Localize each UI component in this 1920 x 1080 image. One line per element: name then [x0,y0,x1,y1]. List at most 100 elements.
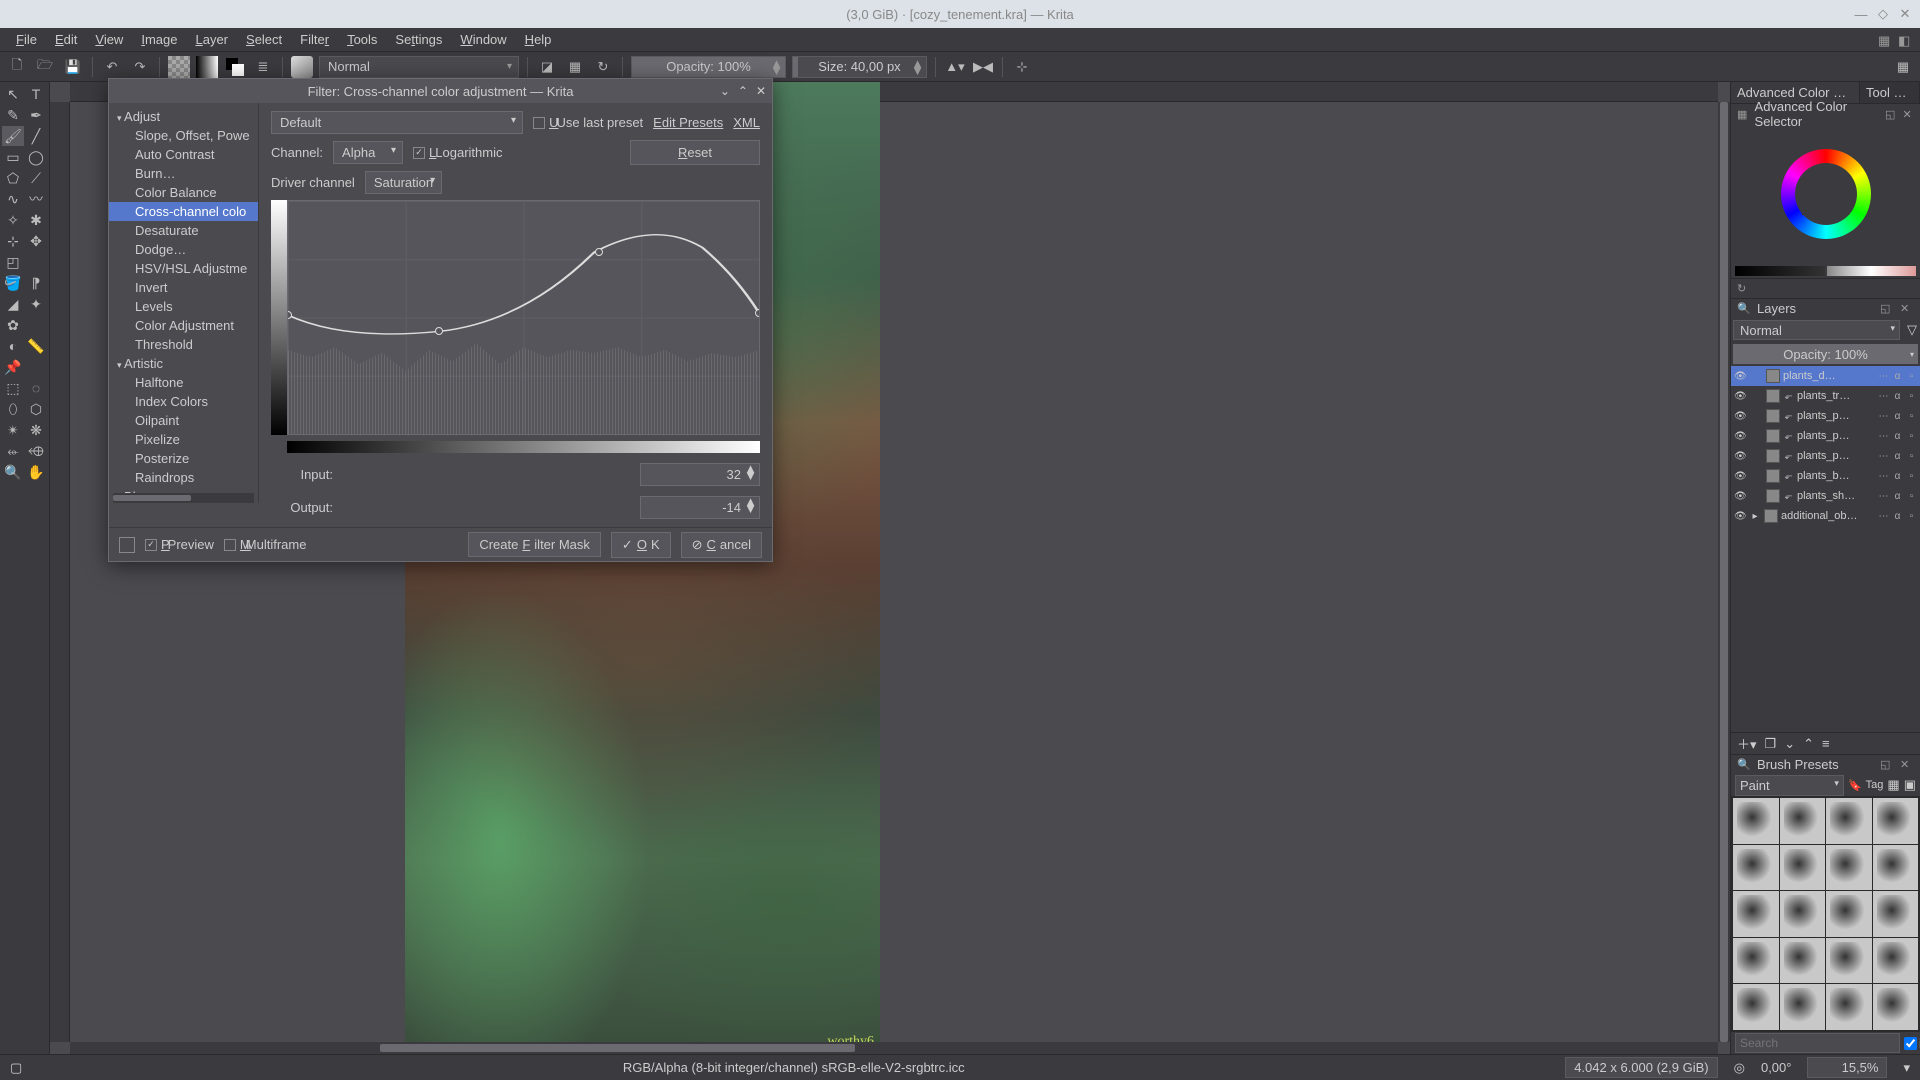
multiframe-checkbox[interactable]: MMultiframe [224,537,307,552]
input-spinner[interactable]: 32▲▼ [640,463,760,486]
rect-tool-icon[interactable]: ▭ [2,147,24,167]
brush-preset[interactable] [1780,798,1826,844]
dynamic-brush-tool-icon[interactable]: ✧ [2,210,24,230]
duplicate-layer-icon[interactable]: ❐ [1765,736,1777,752]
tree-item[interactable]: HSV/HSL Adjustme [109,259,258,278]
select-similar-tool-icon[interactable]: ❋ [25,420,47,440]
dialog-titlebar[interactable]: Filter: Cross-channel color adjustment —… [109,79,772,103]
sv-triangle[interactable] [1802,173,1850,215]
layer-dots-icon[interactable]: ⋯ [1878,451,1889,462]
brush-preset[interactable] [1733,798,1779,844]
save-file-icon[interactable]: 💾 [62,56,84,78]
tree-item[interactable]: Levels [109,297,258,316]
shape-edit-tool-icon[interactable]: ✎ [2,105,24,125]
pattern-tool-icon[interactable]: ✦ [25,294,47,314]
new-file-icon[interactable]: 🗋 [6,56,28,78]
layer-row[interactable]: 👁plants_d…⋯α▫ [1731,366,1920,386]
brush-preset[interactable] [1873,938,1919,984]
minimize-icon[interactable]: — [1854,7,1868,21]
tree-item[interactable]: Posterize [109,449,258,468]
visibility-icon[interactable]: 👁 [1734,471,1746,482]
tree-item[interactable]: Slope, Offset, Powe [109,126,258,145]
status-zoom[interactable]: 15,5% [1807,1057,1887,1078]
wrap-icon[interactable]: ⊹ [1011,56,1033,78]
color-dock-close-icon[interactable]: ✕ [1902,107,1914,121]
layer-dots-icon[interactable]: ⋯ [1878,471,1889,482]
layer-alpha-icon[interactable]: α [1892,411,1903,422]
brush-preset[interactable] [1873,798,1919,844]
layer-alpha-icon[interactable]: α [1892,491,1903,502]
brush-preset[interactable] [1780,891,1826,937]
visibility-icon[interactable]: 👁 [1734,431,1746,442]
mirror-v-icon[interactable]: ▶◀ [972,56,994,78]
channel-combo[interactable]: Alpha [333,141,403,164]
tree-item[interactable]: Invert [109,278,258,297]
use-last-preset-checkbox[interactable]: UUse last preset [533,115,643,130]
select-rect-tool-icon[interactable]: ⬚ [2,378,24,398]
cancel-button[interactable]: ⊘ Cancel [681,532,762,558]
measure-tool-icon[interactable]: 📏 [25,336,47,356]
status-sel-icon[interactable]: ▢ [10,1060,22,1076]
select-magnetic-tool-icon[interactable]: ⬲ [25,441,47,461]
tree-item[interactable]: Burn… [109,164,258,183]
brush-preset[interactable] [1826,984,1872,1030]
preset-category-combo[interactable]: Paint [1735,775,1844,796]
workspace-chooser-icon[interactable]: ▦ [1892,56,1914,78]
workspace-icon[interactable]: ▦ [1878,33,1892,47]
calligraphy-tool-icon[interactable]: ✒ [25,105,47,125]
menu-filter[interactable]: Filter [292,30,337,49]
layer-dots-icon[interactable]: ⋯ [1878,391,1889,402]
preset-search-input[interactable] [1735,1033,1900,1053]
create-filter-mask-button[interactable]: Create Filter Mask [468,532,601,557]
color-dock-float-icon[interactable]: ◱ [1885,107,1897,121]
tree-item[interactable]: Raindrops [109,468,258,487]
brush-preset[interactable] [1780,938,1826,984]
assistant-tool-icon[interactable]: ◐ [2,336,24,356]
layer-lock-icon[interactable]: ▫ [1906,511,1917,522]
reference-tool-icon[interactable]: 📌 [2,357,24,377]
open-file-icon[interactable]: 🗁 [34,56,56,78]
select-freehand-tool-icon[interactable]: ⬯ [2,399,24,419]
group-icon[interactable]: ▸ [1749,511,1761,522]
brush-tool-icon[interactable]: 🖌 [2,126,24,146]
polygon-tool-icon[interactable]: ⬠ [2,168,24,188]
eraser-icon[interactable]: ◪ [536,56,558,78]
menu-help[interactable]: Help [517,30,560,49]
visibility-icon[interactable]: 👁 [1734,511,1746,522]
curve-editor[interactable] [271,200,760,435]
preview-thumb-icon[interactable] [119,537,135,553]
opacity-slider[interactable]: Opacity: 100%▲▼ [631,56,786,78]
layer-lock-icon[interactable]: ▫ [1906,451,1917,462]
brush-preset[interactable] [1826,845,1872,891]
layer-dots-icon[interactable]: ⋯ [1878,411,1889,422]
color-dock-menu-icon[interactable]: ▦ [1737,107,1749,121]
layer-dots-icon[interactable]: ⋯ [1878,491,1889,502]
menu-view[interactable]: View [87,30,131,49]
layer-alpha-icon[interactable]: α [1892,431,1903,442]
layer-dots-icon[interactable]: ⋯ [1878,371,1889,382]
layer-opacity-slider[interactable]: Opacity: 100% [1733,344,1918,364]
status-zoom-arrow-icon[interactable]: ▾ [1903,1060,1910,1076]
pattern-swatch[interactable] [168,56,190,78]
menu-window[interactable]: Window [452,30,514,49]
preview-checkbox[interactable]: ✓PPreview [145,537,214,552]
preset-pin-icon[interactable]: ▣ [1904,777,1916,793]
pan-tool-icon[interactable]: ✋ [25,462,47,482]
layer-row[interactable]: 👁▸additional_ob…⋯α▫ [1731,506,1920,526]
tree-item[interactable]: Pixelize [109,430,258,449]
driver-combo[interactable]: Saturation [365,171,442,194]
brush-preview[interactable] [291,56,313,78]
select-contig-tool-icon[interactable]: ✴ [2,420,24,440]
reload-icon[interactable]: ↻ [592,56,614,78]
layer-row[interactable]: 👁⬐plants_b…⋯α▫ [1731,466,1920,486]
layer-alpha-icon[interactable]: α [1892,391,1903,402]
transform-tool-icon[interactable]: ⊹ [2,231,24,251]
visibility-icon[interactable]: 👁 [1734,391,1746,402]
scrollbar-vertical[interactable] [1718,102,1730,1042]
layer-lock-icon[interactable]: ▫ [1906,371,1917,382]
polyline-tool-icon[interactable]: ⟋ [25,168,47,188]
mirror-h-icon[interactable]: ▲▾ [944,56,966,78]
move-layer-tool-icon[interactable]: ✥ [25,231,47,251]
dialog-close-icon[interactable]: ✕ [756,84,766,98]
tree-item[interactable]: Desaturate [109,221,258,240]
